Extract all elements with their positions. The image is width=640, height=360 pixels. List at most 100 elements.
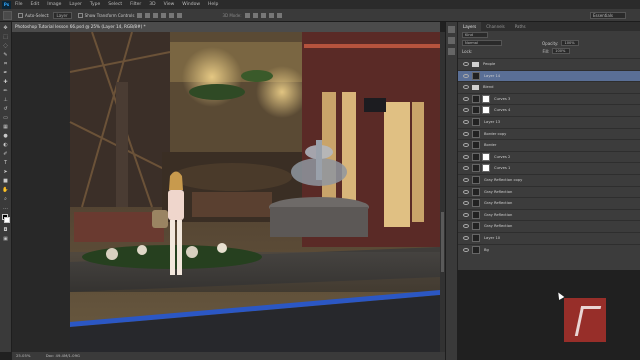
auto-select-dropdown[interactable]: Layer — [52, 11, 72, 19]
visibility-eye-icon[interactable] — [463, 108, 469, 113]
path-select-tool-icon[interactable]: ➤ — [2, 168, 10, 175]
screen-mode-icon[interactable]: ▣ — [2, 235, 10, 242]
layer-name[interactable]: Curves 3 — [494, 97, 510, 101]
layer-row[interactable]: Layer 13 — [458, 116, 640, 127]
visibility-eye-icon[interactable] — [463, 96, 469, 101]
layer-thumbnail[interactable] — [472, 94, 480, 103]
menu-file[interactable]: File — [15, 2, 23, 7]
layer-thumbnail[interactable] — [472, 118, 480, 126]
visibility-eye-icon[interactable] — [463, 178, 469, 182]
visibility-eye-icon[interactable] — [463, 247, 469, 252]
align-left-icon[interactable] — [161, 12, 167, 18]
stamp-tool-icon[interactable]: ⊥ — [2, 96, 10, 103]
layer-row[interactable]: Gray Reflection — [458, 197, 640, 208]
menu-view[interactable]: View — [164, 2, 175, 7]
auto-select-checkbox[interactable] — [18, 12, 23, 18]
layer-thumbnail[interactable] — [472, 176, 480, 184]
visibility-eye-icon[interactable] — [463, 120, 469, 124]
visibility-eye-icon[interactable] — [463, 166, 469, 171]
align-right-icon[interactable] — [177, 12, 183, 18]
layer-row[interactable]: Border — [458, 139, 640, 150]
layer-name[interactable]: Layer 10 — [484, 236, 500, 240]
layer-row[interactable]: Gray Reflection — [458, 185, 640, 197]
layer-thumbnail[interactable] — [472, 141, 480, 150]
move-tool-icon[interactable] — [3, 10, 12, 20]
scrollbar-thumb[interactable] — [441, 212, 444, 272]
visibility-eye-icon[interactable] — [463, 62, 469, 66]
layer-mask-thumbnail[interactable] — [482, 164, 490, 173]
brush-tool-icon[interactable]: ✏ — [2, 87, 10, 94]
visibility-eye-icon[interactable] — [463, 236, 469, 240]
menu-window[interactable]: Window — [182, 2, 200, 7]
menu-select[interactable]: Select — [108, 2, 122, 7]
marquee-tool-icon[interactable]: ⬚ — [2, 33, 10, 40]
layer-thumbnail[interactable] — [472, 129, 480, 138]
layer-thumbnail[interactable] — [472, 106, 480, 115]
quick-mask-icon[interactable]: ◘ — [2, 226, 10, 233]
align-center-icon[interactable] — [169, 12, 175, 18]
canvas-area[interactable] — [12, 32, 440, 352]
layer-row[interactable]: Border copy — [458, 127, 640, 139]
layer-thumbnail[interactable] — [472, 210, 480, 219]
type-tool-icon[interactable]: T — [2, 159, 10, 166]
3d-roll-icon[interactable] — [252, 12, 258, 18]
layer-thumbnail[interactable] — [472, 164, 480, 173]
show-transform-checkbox[interactable] — [77, 12, 83, 18]
layer-name[interactable]: Curves 4 — [494, 108, 510, 112]
hand-tool-icon[interactable]: ✋ — [2, 186, 10, 193]
layer-row[interactable]: Layer 14 — [458, 69, 640, 81]
background-color-swatch[interactable] — [4, 217, 10, 223]
dodge-tool-icon[interactable]: ◐ — [2, 141, 10, 148]
layer-name[interactable]: Gray Reflection — [484, 224, 512, 228]
fill-field[interactable]: 100% — [552, 48, 571, 54]
properties-panel-icon[interactable] — [448, 37, 455, 44]
layer-thumbnail[interactable] — [472, 245, 480, 254]
menu-type[interactable]: Type — [90, 2, 100, 7]
gradient-tool-icon[interactable]: ▦ — [2, 123, 10, 130]
layer-mask-thumbnail[interactable] — [482, 152, 490, 161]
3d-rotate-icon[interactable] — [244, 12, 250, 18]
visibility-eye-icon[interactable] — [463, 143, 469, 148]
3d-pan-icon[interactable] — [260, 12, 266, 18]
layer-row[interactable]: People — [458, 58, 640, 69]
layer-name[interactable]: Gray Reflection — [484, 201, 512, 205]
history-panel-icon[interactable] — [448, 26, 455, 33]
align-middle-icon[interactable] — [145, 12, 151, 18]
align-bottom-icon[interactable] — [153, 12, 159, 18]
layer-name[interactable]: Curves 1 — [494, 166, 510, 170]
shape-tool-icon[interactable]: ■ — [2, 177, 10, 184]
align-top-icon[interactable] — [137, 12, 143, 18]
visibility-eye-icon[interactable] — [463, 189, 469, 194]
layer-row[interactable]: Curves 3 — [458, 92, 640, 104]
layer-thumbnail[interactable] — [472, 222, 480, 231]
menu-layer[interactable]: Layer — [69, 2, 82, 7]
visibility-eye-icon[interactable] — [463, 131, 469, 136]
layer-kind-filter[interactable]: Kind — [462, 32, 488, 38]
layer-row[interactable]: Blend — [458, 81, 640, 92]
layer-thumbnail[interactable] — [472, 199, 480, 208]
lasso-tool-icon[interactable]: ◌ — [2, 42, 10, 49]
quick-select-tool-icon[interactable]: ✎ — [2, 51, 10, 58]
visibility-eye-icon[interactable] — [463, 154, 469, 159]
eraser-tool-icon[interactable]: ▭ — [2, 114, 10, 121]
healing-tool-icon[interactable]: ✚ — [2, 78, 10, 85]
menu-3d[interactable]: 3D — [149, 2, 155, 7]
layer-name[interactable]: Bg — [484, 248, 489, 252]
layer-row[interactable]: Gray Reflection — [458, 220, 640, 231]
document-tab[interactable]: Photoshop Tutorial lesson 66.psd @ 25% (… — [12, 22, 440, 32]
tab-layers[interactable]: Layers — [458, 22, 482, 31]
crop-tool-icon[interactable]: ⌗ — [2, 60, 10, 67]
tab-channels[interactable]: Channels — [481, 22, 510, 31]
layer-thumbnail[interactable] — [472, 187, 480, 196]
zoom-tool-icon[interactable]: ⌕ — [2, 195, 10, 202]
layer-row[interactable]: Curves 2 — [458, 150, 640, 162]
layer-mask-thumbnail[interactable] — [482, 94, 490, 103]
layer-name[interactable]: Gray Reflection copy — [484, 178, 522, 182]
layer-name[interactable]: Gray Reflection — [484, 190, 512, 194]
layer-row[interactable]: Layer 10 — [458, 232, 640, 243]
layer-row[interactable]: Gray Reflection copy — [458, 174, 640, 185]
move-tool-icon[interactable]: ✥ — [2, 24, 10, 31]
menu-image[interactable]: Image — [47, 2, 61, 7]
layer-row[interactable]: Gray Reflection — [458, 208, 640, 220]
layer-mask-thumbnail[interactable] — [482, 106, 490, 115]
